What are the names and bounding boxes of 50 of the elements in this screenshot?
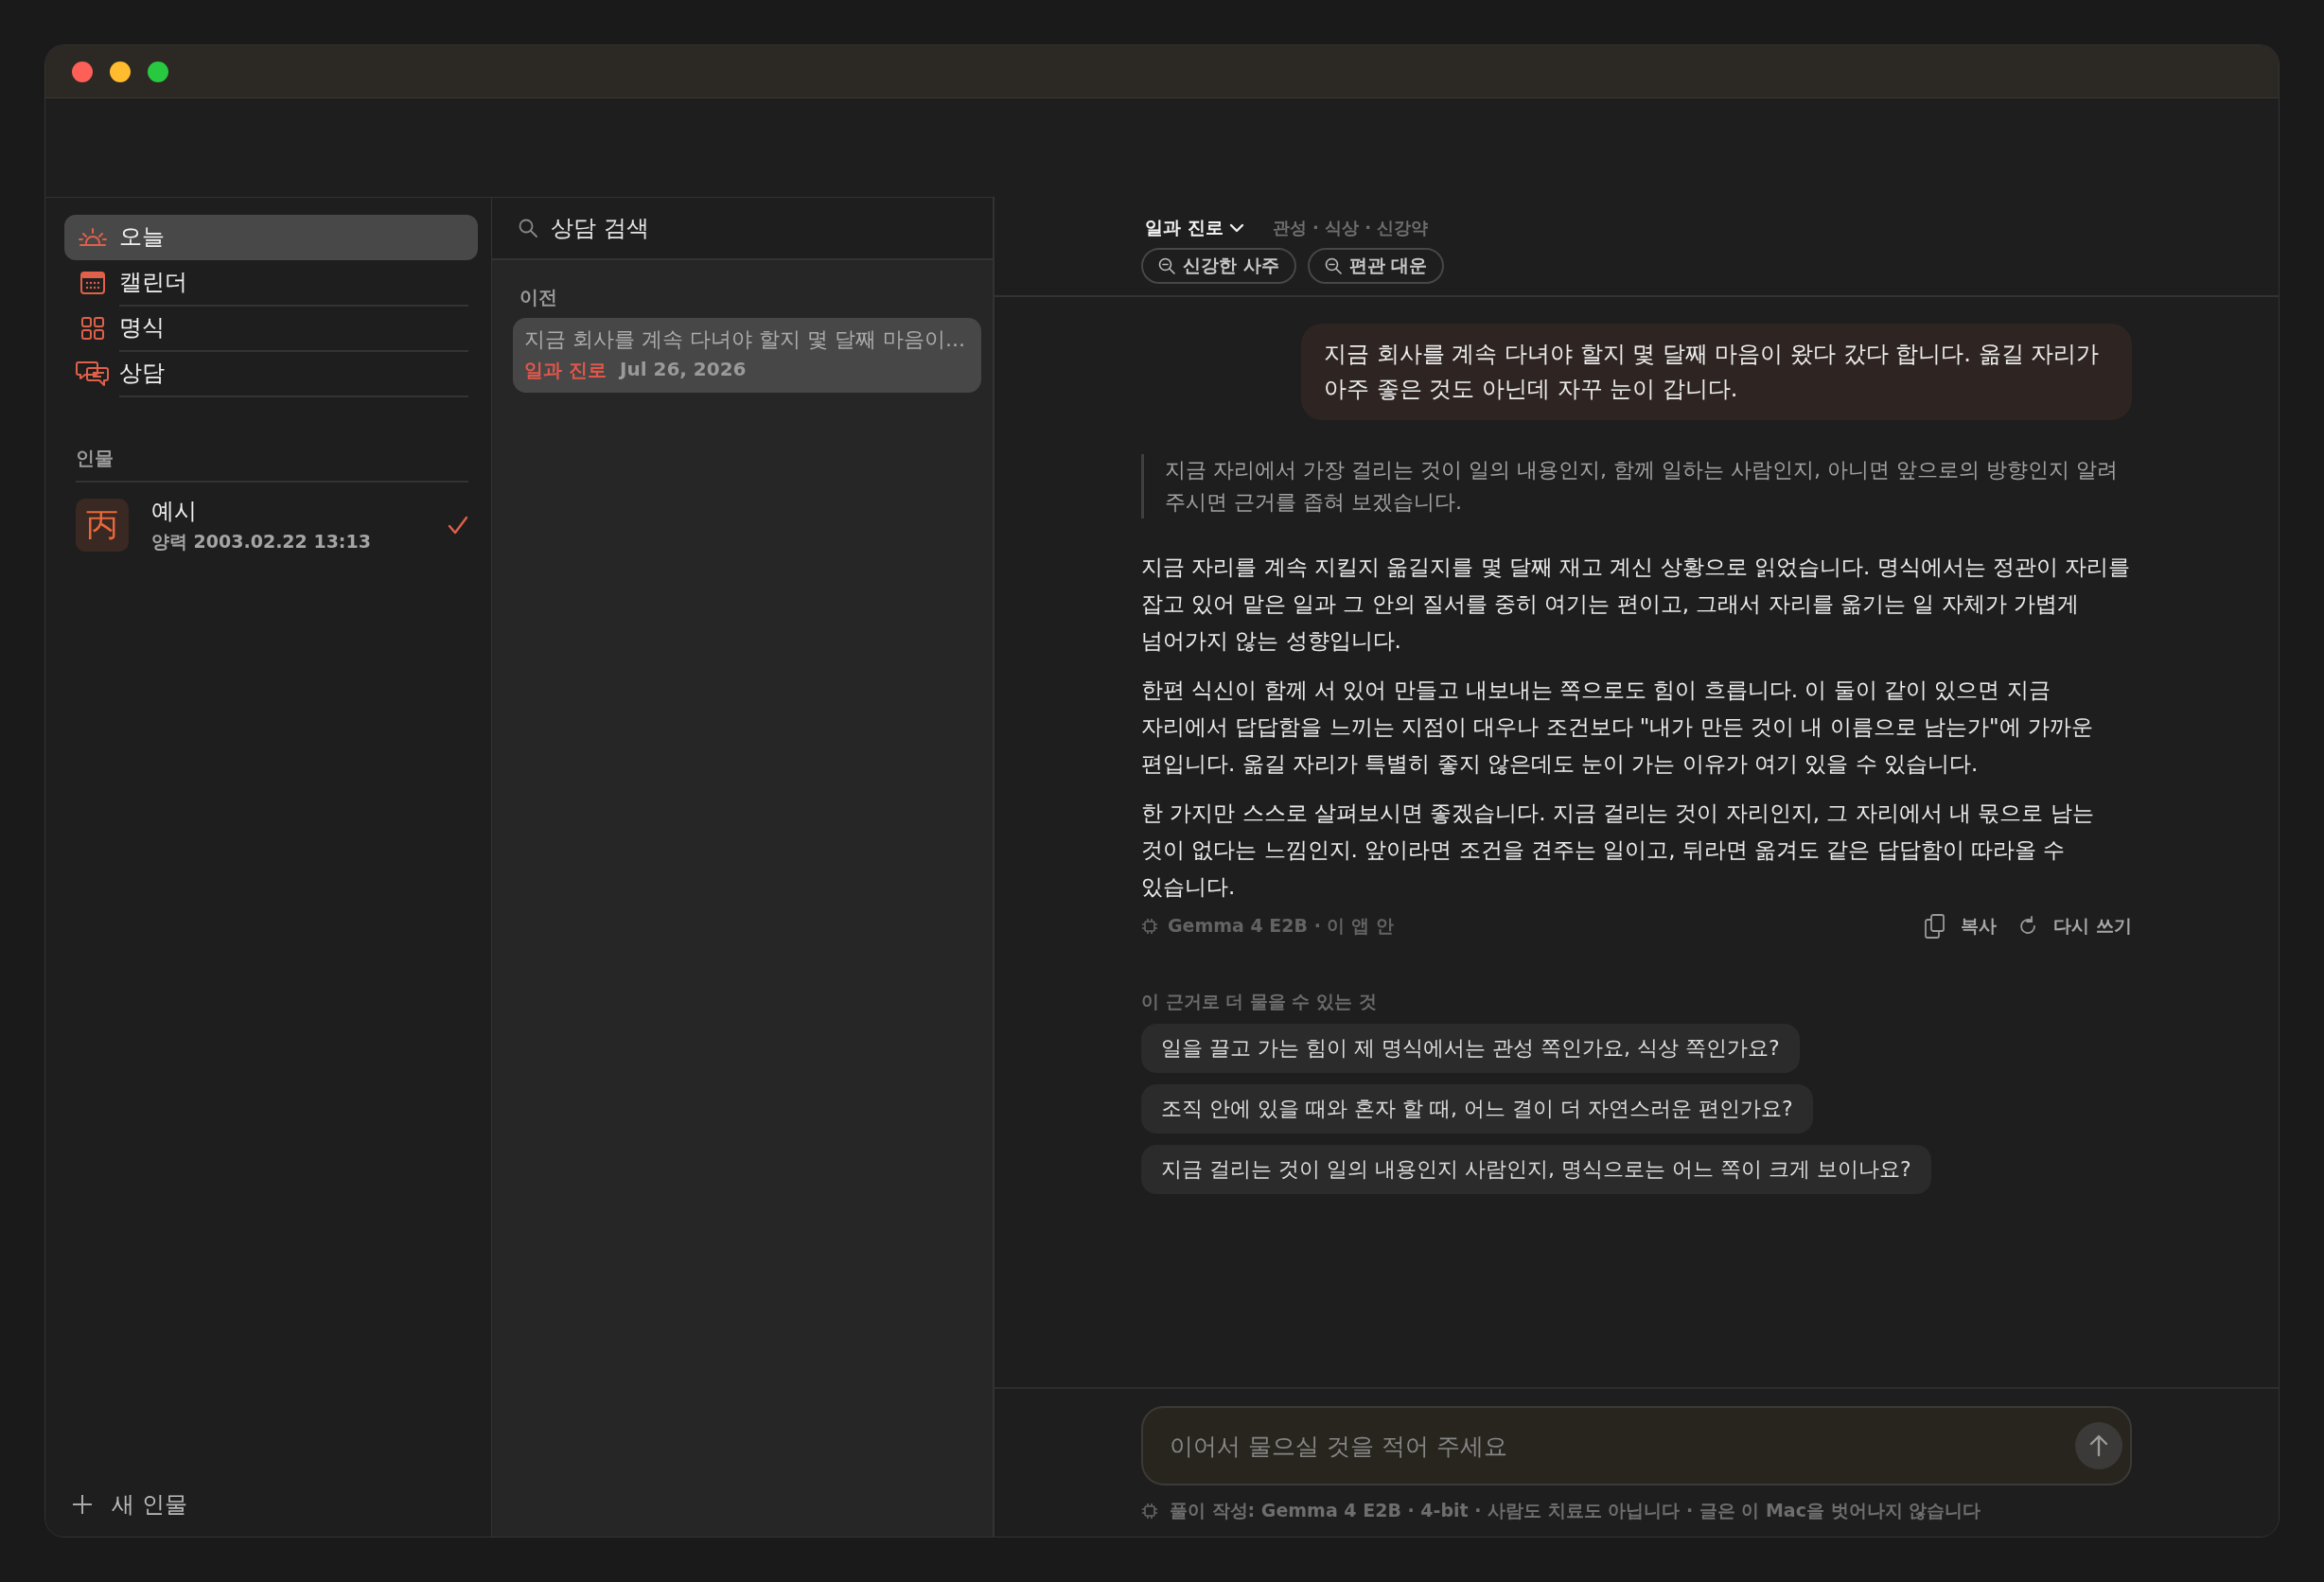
plus-icon — [72, 1494, 93, 1515]
zoom-icon — [1324, 257, 1342, 274]
chevron-down-icon — [1228, 222, 1244, 234]
rewrite-button[interactable]: 다시 쓰기 — [2017, 914, 2132, 939]
suggested-question[interactable]: 조직 안에 있을 때와 혼자 할 때, 어느 결이 더 자연스러운 편인가요? — [1141, 1084, 1813, 1134]
section-title: 인물 — [76, 446, 114, 471]
person-name: 예시 — [151, 497, 197, 526]
answer-paragraph: 한 가지만 스스로 살펴보시면 좋겠습니다. 지금 걸리는 것이 자리인지, 그 자리에서 내 몫으로 남는 것이 없다는 느낌인지. 앞이라면 조건을 견주는 일이고, 뒤라면 옮겨도 같은 답답함이 따라올 수 있습니다. — [1141, 800, 2095, 901]
conversation-item[interactable]: 지금 회사를 계속 다녀야 할지 몇 달째 마음이... 일과 진로 Jul 26, 2026 — [513, 318, 981, 393]
search-field[interactable]: 상담 검색 — [492, 198, 993, 260]
chip-icon — [1141, 918, 1158, 935]
copy-button[interactable]: 복사 — [1925, 914, 1998, 939]
suggestions-title: 이 근거로 더 물을 수 있는 것 — [1141, 990, 1378, 1013]
chip-icon — [1141, 1503, 1158, 1520]
filter-chip[interactable]: 신강한 사주 — [1141, 248, 1296, 284]
sidebar-item[interactable]: 상담 — [64, 351, 478, 396]
footer-note: 풀이 작성: Gemma 4 E2B · 4-bit · 사람도 치료도 아닙니다 · 글은 이 Mac을 벗어나지 않습니다 — [1170, 1499, 1981, 1522]
zoom-button[interactable] — [148, 61, 168, 82]
model-label: Gemma 4 E2B · 이 앱 안 — [1168, 914, 1394, 938]
sidebar-item[interactable]: 캘린더 — [64, 260, 478, 306]
answer-paragraph: 지금 자리를 계속 지킬지 옮길지를 몇 달째 재고 계신 상황으로 읽었습니다. 명식에서는 정관이 자리를 잡고 있어 맡은 일과 그 안의 질서를 중히 여기는 편이고, 그래서 자리를 옮기는 일 자체가 가볍게 넘어가지 않는 성향입니다. — [1141, 554, 2132, 655]
chat-bubbles-icon — [76, 360, 110, 388]
grid-icon — [81, 317, 104, 340]
section-title: 이전 — [519, 285, 558, 310]
avatar: 丙 — [76, 499, 129, 552]
sunrise-icon — [79, 227, 107, 248]
clarifying-question: 지금 자리에서 가장 걸리는 것이 일의 내용인지, 함께 일하는 사람인지, 아니면 앞으로의 방향인지 알려 주시면 근거를 좁혀 보겠습니다. — [1141, 454, 2132, 519]
person-row[interactable]: 丙 예시 양력 2003.02.22 13:13 — [76, 496, 468, 554]
search-icon — [519, 219, 537, 237]
filter-chip[interactable]: 편관 대운 — [1307, 248, 1445, 284]
user-message: 지금 회사를 계속 다녀야 할지 몇 달째 마음이 왔다 갔다 합니다. 옮길 자리가 아주 좋은 것도 아닌데 자꾸 눈이 갑니다. — [1301, 324, 2132, 420]
zoom-icon — [1158, 257, 1175, 274]
sidebar-item[interactable]: 오늘 — [64, 215, 478, 260]
suggested-question[interactable]: 지금 걸리는 것이 일의 내용인지 사람인지, 명식으로는 어느 쪽이 크게 보이나요? — [1141, 1145, 1931, 1194]
conversation-title: 지금 회사를 계속 다녀야 할지 몇 달째 마음이... — [524, 326, 966, 353]
new-person-button[interactable]: 새 인물 — [66, 1485, 193, 1523]
arrow-up-icon — [2088, 1434, 2109, 1457]
topic-dropdown[interactable]: 일과 진로 — [1141, 216, 1248, 240]
message-field[interactable]: 이어서 물으실 것을 적어 주세요 — [1141, 1406, 2132, 1485]
person-birth-date: 양력 2003.02.22 13:13 — [151, 530, 371, 554]
minimize-button[interactable] — [110, 61, 131, 82]
answer-paragraph: 한편 식신이 함께 서 있어 만들고 내보내는 쪽으로도 힘이 흐릅니다. 이 둘이 같이 있으면 지금 자리에서 답답함을 느끼는 지점이 대우나 조건보다 "내가 만든 것이 내 이름으로 남는가"에 가까운 편입니다. 옮길 자리가 특별히 좋지 않은데도 눈이 가는 이유가 여기 있을 수 있습니다. — [1141, 677, 2094, 778]
topic-hint: 관성 · 식상 · 신강약 — [1272, 217, 1429, 239]
conversation-date: Jul 26, 2026 — [619, 358, 747, 382]
copy-icon — [1925, 914, 1946, 939]
calendar-icon — [80, 272, 105, 294]
suggested-question[interactable]: 일을 끌고 가는 힘이 제 명식에서는 관성 쪽인가요, 식상 쪽인가요? — [1141, 1024, 1800, 1073]
topic-tag: 일과 진로 — [524, 358, 607, 383]
close-button[interactable] — [72, 61, 93, 82]
sidebar-item[interactable]: 명식 — [64, 306, 478, 351]
